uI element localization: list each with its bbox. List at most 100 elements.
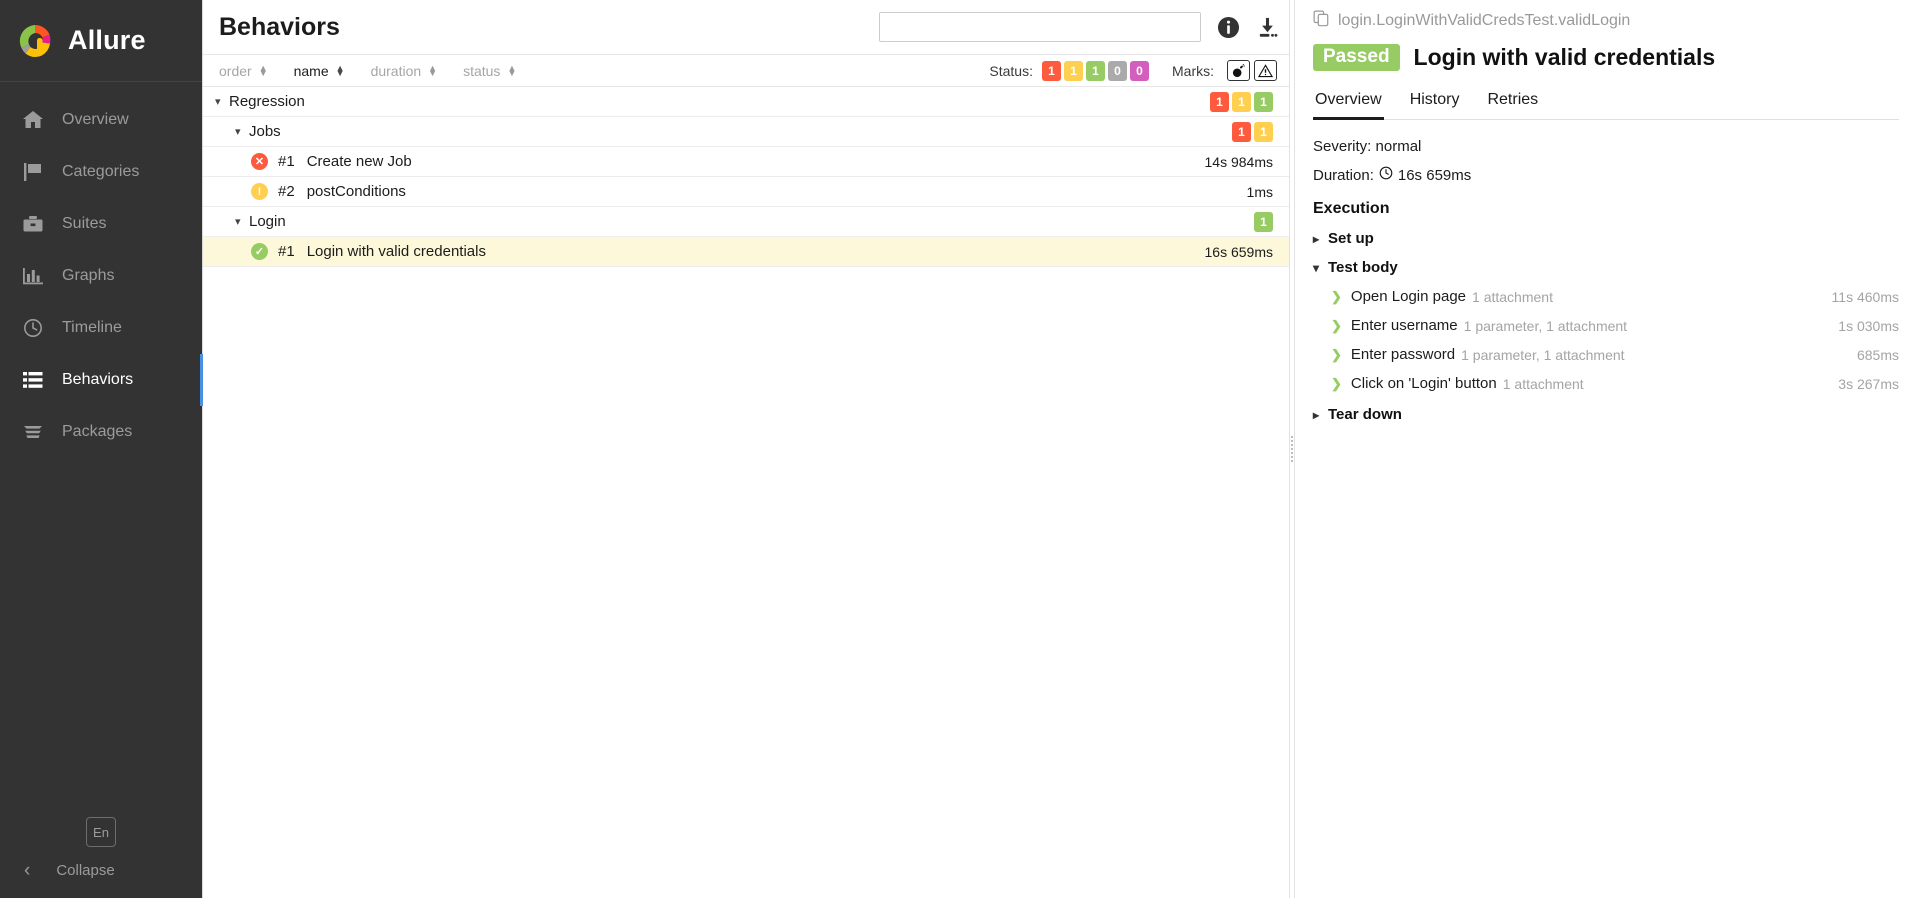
step-name: Enter username xyxy=(1350,317,1458,334)
copy-icon[interactable] xyxy=(1313,10,1330,32)
sorter-status[interactable]: status ▲ ▼ xyxy=(463,63,516,79)
status-chip-unknown[interactable]: 0 xyxy=(1130,60,1149,81)
sidebar-item-label: Timeline xyxy=(62,319,122,336)
tree-row-badges: 1 1 1 xyxy=(1210,91,1273,112)
sidebar-item-label: Categories xyxy=(62,163,140,180)
sorter-label: name xyxy=(293,62,329,79)
chevron-down-icon: ▾ xyxy=(215,96,221,108)
badge-broken: 1 xyxy=(1254,121,1273,142)
status-badge: Passed xyxy=(1313,44,1400,71)
brand-name: Allure xyxy=(68,25,146,55)
tree-row[interactable]: ! #2 postConditions 1ms xyxy=(203,177,1289,207)
tree-row[interactable]: ✕ #1 Create new Job 14s 984ms xyxy=(203,147,1289,177)
test-title: Login with valid credentials xyxy=(1413,44,1716,70)
badge-failed: 1 xyxy=(1232,121,1251,142)
sorter-label: order xyxy=(219,62,252,79)
chevron-down-icon: ▾ xyxy=(1313,260,1320,275)
sorter-duration[interactable]: duration ▲ ▼ xyxy=(371,63,438,79)
status-filter-label: Status: xyxy=(989,62,1033,79)
sidebar: Allure Overview Categories Suites Graphs… xyxy=(0,0,204,898)
tab-overview[interactable]: Overview xyxy=(1313,87,1384,120)
sorter-order[interactable]: order ▲ ▼ xyxy=(219,63,268,79)
info-icon[interactable] xyxy=(1217,16,1240,39)
status-chip-broken[interactable]: 1 xyxy=(1064,60,1083,81)
tree-group-regression[interactable]: ▾ Regression 1 1 1 xyxy=(203,87,1289,117)
execution-group-setup[interactable]: ▸ Set up xyxy=(1313,230,1899,247)
step-duration: 685ms xyxy=(1856,346,1899,363)
marks-filter-label: Marks: xyxy=(1172,62,1214,79)
execution-group-tear-down[interactable]: ▸ Tear down xyxy=(1313,406,1899,423)
status-chip-failed[interactable]: 1 xyxy=(1042,60,1061,81)
header-actions xyxy=(879,12,1279,42)
step-name: Enter password xyxy=(1350,346,1456,363)
behaviors-tree: ▾ Regression 1 1 1 ▾ Jobs 1 1 ✕ #1 Creat… xyxy=(203,87,1289,898)
flag-icon xyxy=(20,161,46,183)
step-attachments: 1 attachment xyxy=(1502,375,1584,392)
sidebar-nav: Overview Categories Suites Graphs Timeli… xyxy=(0,94,204,458)
chevron-down-icon: ▾ xyxy=(235,216,241,228)
duration-line: Duration: 16s 659ms xyxy=(1313,166,1899,184)
sidebar-item-categories[interactable]: Categories xyxy=(0,146,202,198)
test-title-row: Passed Login with valid credentials xyxy=(1313,44,1899,71)
download-icon[interactable] xyxy=(1256,16,1279,39)
tree-group-jobs[interactable]: ▾ Jobs 1 1 xyxy=(203,117,1289,147)
bar-chart-icon xyxy=(20,265,46,287)
tree-group-label: Login xyxy=(249,213,286,230)
sidebar-item-label: Graphs xyxy=(62,267,115,284)
test-name: Login with valid credentials xyxy=(306,243,486,260)
collapse-sidebar-button[interactable]: ‹ Collapse xyxy=(0,861,202,880)
sidebar-item-graphs[interactable]: Graphs xyxy=(0,250,202,302)
chevron-right-icon: ▸ xyxy=(1313,231,1320,246)
sort-arrows-icon: ▲ ▼ xyxy=(258,62,268,78)
pane-splitter[interactable] xyxy=(1289,0,1295,898)
warning-triangle-icon[interactable] xyxy=(1254,60,1277,81)
execution-group-test-body[interactable]: ▾ Test body xyxy=(1313,259,1899,276)
status-chip-passed[interactable]: 1 xyxy=(1086,60,1105,81)
step-name: Click on 'Login' button xyxy=(1350,375,1497,392)
tab-retries[interactable]: Retries xyxy=(1485,87,1540,120)
test-meta: Severity: normal Duration: 16s 659ms xyxy=(1313,138,1899,184)
tree-group-label: Regression xyxy=(229,93,305,110)
brand-header[interactable]: Allure xyxy=(0,0,202,82)
status-broken-icon: ! xyxy=(251,183,268,200)
chevron-right-icon: ❯ xyxy=(1331,317,1342,333)
step-row[interactable]: ❯ Enter username 1 parameter, 1 attachme… xyxy=(1313,317,1899,334)
tree-group-login[interactable]: ▾ Login 1 xyxy=(203,207,1289,237)
sidebar-item-label: Overview xyxy=(62,111,129,128)
step-row[interactable]: ❯ Open Login page 1 attachment 11s 460ms xyxy=(1313,288,1899,305)
test-index: #1 xyxy=(278,153,295,170)
home-icon xyxy=(20,109,46,131)
test-name: Create new Job xyxy=(306,153,412,170)
clock-icon xyxy=(20,317,46,339)
allure-logo-icon xyxy=(16,22,54,60)
marks-filter-buttons xyxy=(1227,60,1277,81)
test-index: #1 xyxy=(278,243,295,260)
step-attachments: 1 parameter, 1 attachment xyxy=(1463,317,1628,334)
tree-row-selected[interactable]: ✓ #1 Login with valid credentials 16s 65… xyxy=(203,237,1289,267)
sorter-name[interactable]: name ▲ ▼ xyxy=(294,63,345,79)
sidebar-item-suites[interactable]: Suites xyxy=(0,198,202,250)
tab-history[interactable]: History xyxy=(1408,87,1462,120)
step-attachments: 1 parameter, 1 attachment xyxy=(1461,346,1625,363)
step-attachments: 1 attachment xyxy=(1472,288,1553,305)
test-name: postConditions xyxy=(306,183,406,200)
flaky-bomb-icon[interactable] xyxy=(1227,60,1250,81)
test-duration: 1ms xyxy=(1246,183,1273,200)
sidebar-item-overview[interactable]: Overview xyxy=(0,94,202,146)
step-row[interactable]: ❯ Click on 'Login' button 1 attachment 3… xyxy=(1313,375,1899,392)
main-area: Behaviors order ▲ ▼ name ▲ ▼ duration ▲ … xyxy=(202,0,1919,898)
sidebar-item-timeline[interactable]: Timeline xyxy=(0,302,202,354)
sidebar-item-packages[interactable]: Packages xyxy=(0,406,202,458)
search-input[interactable] xyxy=(879,12,1201,42)
sidebar-item-behaviors[interactable]: Behaviors xyxy=(0,354,204,406)
step-duration: 3s 267ms xyxy=(1838,375,1899,392)
sidebar-item-label: Behaviors xyxy=(62,371,134,388)
test-full-path: login.LoginWithValidCredsTest.validLogin xyxy=(1338,12,1631,29)
status-filter-chips: 1 1 1 0 0 xyxy=(1042,60,1149,81)
language-button[interactable]: En xyxy=(86,817,116,847)
step-row[interactable]: ❯ Enter password 1 parameter, 1 attachme… xyxy=(1313,346,1899,363)
badge-failed: 1 xyxy=(1210,91,1229,112)
status-passed-icon: ✓ xyxy=(251,243,268,260)
status-chip-skipped[interactable]: 0 xyxy=(1108,60,1127,81)
behaviors-tree-pane: Behaviors order ▲ ▼ name ▲ ▼ duration ▲ … xyxy=(203,0,1289,898)
